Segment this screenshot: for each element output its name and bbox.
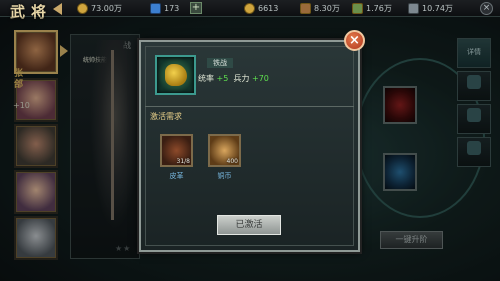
resource-iron: 10.74万 (408, 2, 453, 14)
add-currency-button[interactable]: + (190, 2, 202, 14)
resource-gold: 73.00万 (77, 2, 122, 14)
material-copper-coin[interactable]: 400 (208, 134, 241, 167)
iron-icon (408, 2, 419, 14)
activated-button[interactable]: 已激活 (217, 215, 281, 235)
resource-ingot-value: 173 (164, 3, 180, 13)
gold-coin-icon (77, 2, 88, 14)
divider (145, 106, 354, 107)
resource-iron-value: 10.74万 (422, 3, 453, 13)
back-arrow-icon[interactable] (53, 3, 62, 15)
resource-stone-value: 1.76万 (366, 3, 392, 13)
golden-beast-icon (165, 64, 187, 86)
resource-wood: 8.30万 (300, 2, 340, 14)
wood-icon (300, 2, 311, 14)
stat-troops-value: +70 (251, 74, 269, 83)
material-leather[interactable]: 31/8 (160, 134, 193, 167)
stat-leadership-value: +5 (216, 74, 229, 83)
grain-icon (244, 2, 255, 14)
stone-icon (352, 2, 363, 14)
resource-gold-value: 73.00万 (91, 3, 122, 13)
resource-grain: 6613 (244, 2, 278, 14)
material-leather-count: 31/8 (176, 158, 190, 165)
material-copper-coin-name: 铜币 (217, 172, 232, 180)
material-leather-name: 皮革 (169, 172, 184, 180)
resource-wood-value: 8.30万 (314, 3, 340, 13)
ingot-icon (150, 2, 161, 14)
top-bar: 武将 73.00万 173 + 6613 8.30万 1.76万 10.74万 … (0, 0, 500, 21)
equipment-stats: 统率 +5 兵力 +70 (198, 73, 269, 84)
material-copper-coin-count: 400 (226, 158, 238, 165)
close-dialog-button[interactable]: × (344, 30, 365, 51)
resource-stone: 1.76万 (352, 2, 392, 14)
equipment-name: 铁战 (207, 58, 233, 68)
resource-ingot: 173 (150, 2, 179, 14)
stat-leadership-label: 统率 (198, 74, 214, 83)
close-page-button[interactable]: × (480, 2, 493, 15)
requirements-label: 激活需求 (150, 112, 182, 121)
equipment-item-icon (155, 55, 196, 95)
stat-troops-label: 兵力 (233, 74, 250, 83)
resource-grain-value: 6613 (258, 3, 279, 13)
